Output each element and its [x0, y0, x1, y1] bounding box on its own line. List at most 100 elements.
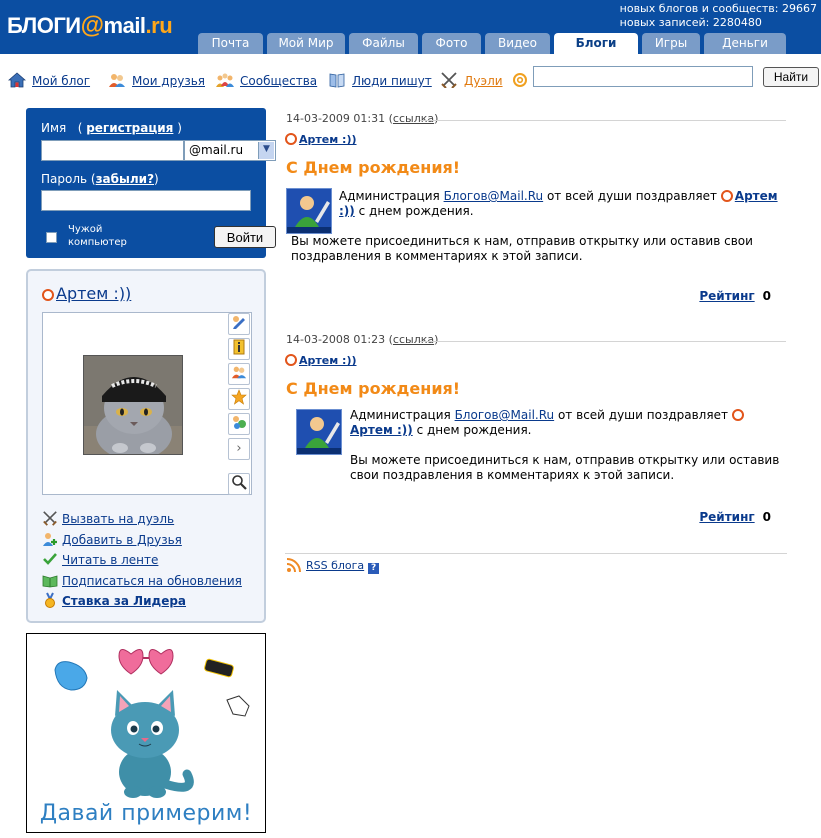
photo-frame: › — [42, 312, 252, 495]
blogs-thumb — [286, 188, 332, 234]
post-join-text-content: Вы можете присоединиться к нам, отправив… — [350, 453, 780, 482]
domain-select[interactable]: @mail.ru ▼ — [184, 140, 276, 161]
tab-video[interactable]: Видео — [485, 33, 550, 54]
tab-blogs[interactable]: Блоги — [554, 33, 638, 54]
rating-link[interactable]: Рейтинг — [699, 510, 754, 524]
post-author: Артем :)) — [285, 133, 357, 146]
tab-files[interactable]: Файлы — [349, 33, 418, 54]
login-box: Имя ( регистрация ) @mail.ru ▼ Пароль (за… — [26, 108, 276, 258]
my-friends-label: Мои друзья — [132, 74, 205, 88]
people-write-link[interactable]: Люди пишут — [328, 72, 432, 90]
read-feed-link[interactable]: Читать в ленте — [62, 553, 158, 567]
tab-money[interactable]: Деньги — [704, 33, 786, 54]
medal-icon — [45, 592, 55, 608]
register-link[interactable]: регистрация — [86, 121, 173, 135]
search-button[interactable]: Найти — [763, 67, 819, 87]
communities-link[interactable]: Сообщества — [216, 72, 317, 90]
post-join-text: Вы можете присоединиться к нам, отправив… — [286, 453, 786, 483]
rss-icon — [286, 557, 302, 573]
blogs-link[interactable]: Блогов@Mail.Ru — [444, 189, 544, 203]
blogs-link[interactable]: Блогов@Mail.Ru — [455, 408, 555, 422]
blog-post: 14-03-2009 01:31 (ссылка) Артем :)) С Дн… — [285, 112, 787, 312]
post-author-link[interactable]: Артем :)) — [299, 133, 357, 146]
chevron-right-icon[interactable]: › — [228, 438, 250, 460]
mail-at-icon — [285, 354, 297, 366]
crossed-swords-icon — [43, 511, 57, 526]
friends-icon — [109, 74, 125, 87]
rss-link[interactable]: RSS блога — [306, 559, 364, 572]
stats-blogs-value: 29667 — [782, 2, 817, 15]
post-text-admin: Администрация — [350, 408, 451, 422]
subscribe-row: Подписаться на обновления — [42, 571, 242, 592]
my-blog-label: Мой блог — [32, 74, 91, 88]
community-icon[interactable] — [228, 413, 250, 435]
duels-label: Дуэли — [464, 74, 503, 88]
post-link[interactable]: ссылка — [393, 333, 434, 346]
blogs-logo-icon — [287, 189, 331, 233]
my-friends-link[interactable]: Мои друзья — [108, 72, 205, 90]
blog-post: 14-03-2008 01:23 (ссылка) Артем :)) С Дн… — [285, 333, 787, 533]
communities-label: Сообщества — [240, 74, 318, 88]
blogs-thumb — [296, 409, 342, 455]
rss-row: RSS блога? — [286, 557, 380, 574]
duel-row: Вызвать на дуэль — [42, 509, 242, 530]
post-title: С Днем рождения! — [286, 379, 461, 398]
tab-games[interactable]: Игры — [642, 33, 700, 54]
forgot-link[interactable]: забыли? — [96, 172, 154, 186]
post-user-link[interactable]: Артем :)) — [350, 423, 413, 437]
edit-profile-icon[interactable] — [228, 313, 250, 335]
profile-card: Артем :)) › Вызвать на дуэль Добавить в … — [26, 269, 266, 623]
help-icon[interactable]: ? — [368, 563, 380, 574]
search-at-icon — [512, 72, 530, 90]
post-text-middle: от всей души поздравляет — [557, 408, 728, 422]
rating-value: 0 — [762, 510, 771, 524]
friends-icon[interactable] — [228, 363, 250, 385]
ad-banner[interactable]: Давай примерим! — [26, 633, 266, 833]
bet-leader-link[interactable]: Ставка за Лидера — [62, 594, 186, 608]
subscribe-link[interactable]: Подписаться на обновления — [62, 574, 242, 588]
stats-posts-value: 2280480 — [712, 16, 762, 29]
cat-illustration — [54, 649, 250, 798]
magnifier-icon[interactable] — [228, 473, 250, 495]
post-author-link[interactable]: Артем :)) — [299, 354, 357, 367]
header: БЛОГИ@mail.ru новых блогов и сообществ: … — [0, 0, 821, 54]
name-label: Имя — [41, 121, 67, 135]
post-text-admin: Администрация — [339, 189, 440, 203]
login-button[interactable]: Войти — [214, 226, 276, 248]
my-blog-link[interactable]: Мой блог — [8, 72, 90, 90]
mail-at-icon — [720, 190, 733, 202]
divider — [285, 553, 787, 554]
avatar[interactable] — [83, 355, 183, 455]
divider — [420, 120, 786, 121]
chevron-down-icon: ▼ — [258, 142, 274, 159]
post-join-text: Вы можете присоединиться к нам, отправив… — [291, 234, 753, 263]
star-icon[interactable] — [228, 388, 250, 410]
add-friend-icon — [43, 532, 57, 546]
tab-photo[interactable]: Фото — [422, 33, 481, 54]
logo[interactable]: БЛОГИ@mail.ru — [7, 12, 173, 42]
add-friend-link[interactable]: Добавить в Друзья — [62, 533, 182, 547]
profile-name[interactable]: Артем :)) — [42, 284, 131, 303]
post-meta: 14-03-2009 01:31 (ссылка) — [286, 112, 439, 125]
login-name-input[interactable] — [41, 140, 184, 161]
logo-at: @ — [80, 12, 104, 39]
password-label: Пароль — [41, 172, 88, 186]
post-link[interactable]: ссылка — [393, 112, 434, 125]
tab-my-world[interactable]: Мой Мир — [267, 33, 345, 54]
duels-link[interactable]: Дуэли — [440, 72, 503, 90]
bet-leader-row: Ставка за Лидера — [42, 591, 242, 612]
search-input[interactable] — [533, 66, 753, 87]
read-feed-row: Читать в ленте — [42, 550, 242, 571]
rating-link[interactable]: Рейтинг — [699, 289, 754, 303]
profile-name-link[interactable]: Артем :)) — [56, 284, 131, 303]
stats-posts-label: новых записей: — [619, 16, 710, 29]
tab-mail[interactable]: Почта — [198, 33, 263, 54]
info-icon[interactable] — [228, 338, 250, 360]
foreign-computer-checkbox[interactable] — [46, 232, 57, 243]
password-input[interactable] — [41, 190, 251, 211]
duel-link[interactable]: Вызвать на дуэль — [62, 512, 174, 526]
logo-ru: .ru — [145, 13, 173, 38]
divider — [420, 341, 786, 342]
people-write-label: Люди пишут — [352, 74, 432, 88]
rating-value: 0 — [762, 289, 771, 303]
